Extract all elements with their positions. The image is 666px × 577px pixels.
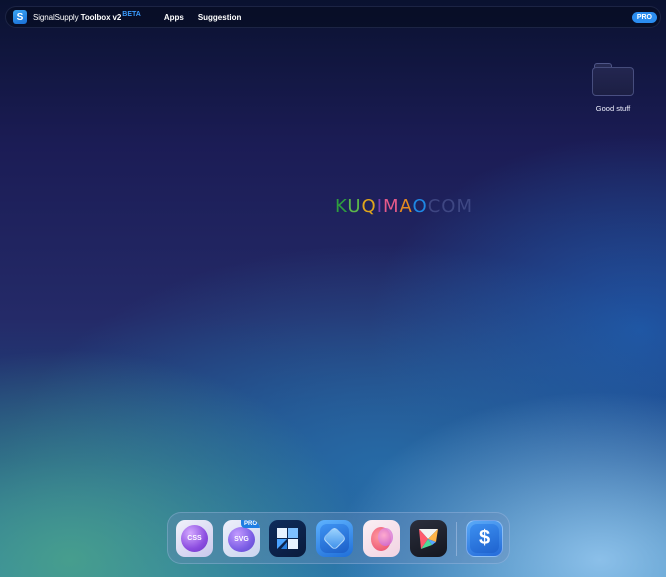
top-menu-bar: S SignalSupply Toolbox v2 BETA Apps Sugg… xyxy=(5,6,661,28)
nav-apps[interactable]: Apps xyxy=(164,13,184,22)
app-dock: CSS SVG PRO $ xyxy=(167,512,510,564)
prism-app-icon[interactable] xyxy=(410,520,447,557)
svg-pro-badge: PRO xyxy=(240,520,260,528)
watermark-letter: K xyxy=(335,196,348,217)
nav-suggestion[interactable]: Suggestion xyxy=(198,13,242,22)
dollar-app-icon[interactable]: $ xyxy=(466,520,503,557)
blob-shape-2 xyxy=(378,528,393,546)
brand-name: SignalSupply Toolbox v2 xyxy=(33,13,121,22)
blocks-glyph-icon xyxy=(277,528,298,549)
watermark-letter: Q xyxy=(361,196,377,217)
pro-badge[interactable]: PRO xyxy=(631,11,657,23)
main-nav: Apps Suggestion xyxy=(164,13,256,22)
desktop-folder-good-stuff[interactable]: Good stuff xyxy=(588,62,638,113)
beta-badge: BETA xyxy=(122,10,141,18)
svg-orb: SVG xyxy=(228,527,255,552)
folder-body xyxy=(592,67,634,96)
brand[interactable]: S SignalSupply Toolbox v2 BETA xyxy=(13,10,141,24)
dock-divider xyxy=(456,522,457,556)
watermark-letter: M xyxy=(383,196,400,217)
blob-app-icon[interactable] xyxy=(363,520,400,557)
diamond-app-icon[interactable] xyxy=(316,520,353,557)
watermark: KUQIMAOCOM xyxy=(335,196,473,217)
prism-glyph-icon xyxy=(419,529,438,549)
folder-icon xyxy=(592,62,634,96)
watermark-letter: COM xyxy=(427,196,473,217)
folder-label: Good stuff xyxy=(595,104,631,113)
css-orb: CSS xyxy=(181,525,208,552)
svg-app-icon[interactable]: SVG PRO xyxy=(223,520,260,557)
watermark-letter: U xyxy=(347,196,362,217)
brand-suffix: Toolbox v2 xyxy=(80,12,122,22)
dollar-glyph-icon: $ xyxy=(470,524,499,553)
watermark-letter: A xyxy=(399,196,413,217)
css-app-icon[interactable]: CSS xyxy=(176,520,213,557)
brand-prefix: SignalSupply xyxy=(33,12,79,22)
watermark-letter: O xyxy=(412,196,428,217)
blocks-app-icon[interactable] xyxy=(269,520,306,557)
signalsupply-s-icon: S xyxy=(13,10,27,24)
